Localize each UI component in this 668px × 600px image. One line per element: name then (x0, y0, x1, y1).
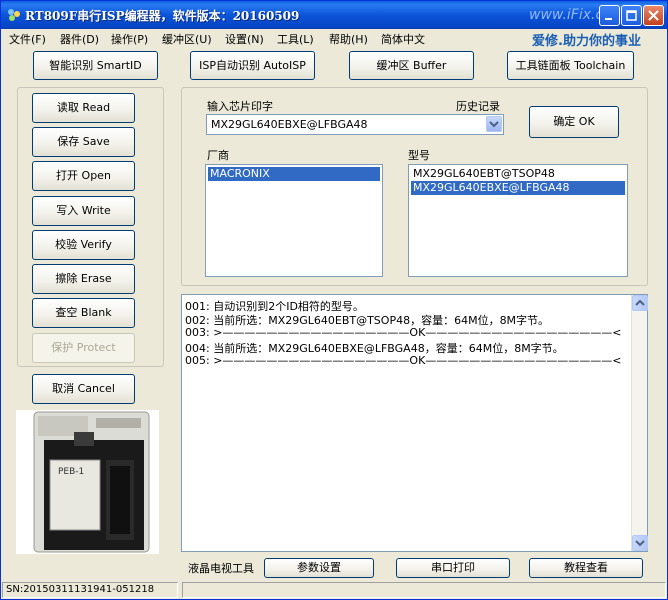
chevron-down-icon (635, 540, 645, 547)
lcd-tool-label: 液晶电视工具 (188, 562, 254, 575)
menu-tools[interactable]: 工具(L) (277, 31, 314, 47)
read-button[interactable]: 读取 Read (32, 93, 135, 123)
title-bar[interactable]: RT809F串行ISP编程器，软件版本：20160509 www.iFix.cc (1, 1, 667, 29)
menu-bar: 文件(F) 器件(D) 操作(P) 缓冲区(U) 设置(N) 工具(L) 帮助(… (2, 29, 666, 49)
main-window: RT809F串行ISP编程器，软件版本：20160509 www.iFix.cc… (0, 0, 668, 600)
scroll-down-button[interactable] (632, 535, 648, 551)
minimize-icon (605, 18, 612, 20)
vendor-label: 厂商 (207, 149, 229, 162)
menu-operation[interactable]: 操作(P) (111, 31, 148, 47)
log-line: 005: >—————————————————OK———————————————… (185, 354, 622, 367)
model-listbox[interactable]: MX29GL640EBT@TSOP48 MX29GL640EBXE@LFBGA4… (408, 164, 628, 277)
status-message-pane (182, 582, 666, 598)
chip-marking-combobox[interactable]: MX29GL640EBXE@LFBGA48 (206, 114, 504, 135)
chip-marking-value: MX29GL640EBXE@LFBGA48 (211, 118, 368, 131)
save-button[interactable]: 保存 Save (32, 127, 135, 157)
chevron-up-icon (635, 299, 645, 306)
open-button[interactable]: 打开 Open (32, 161, 135, 191)
verify-button[interactable]: 校验 Verify (32, 230, 135, 260)
maximize-icon (626, 10, 637, 21)
status-bar: SN:20150311131941-051218 (2, 581, 666, 599)
combo-dropdown-button[interactable] (486, 116, 502, 132)
smartid-button[interactable]: 智能识别 SmartID (33, 51, 158, 80)
chip-marking-label: 输入芯片印字 (207, 100, 273, 113)
vendor-item[interactable]: MACRONIX (208, 167, 380, 181)
slogan-text: 爱修.助力你的事业 (532, 34, 641, 49)
menu-language[interactable]: 简体中文 (381, 31, 425, 47)
write-button[interactable]: 写入 Write (32, 196, 135, 226)
buffer-button[interactable]: 缓冲区 Buffer (349, 51, 474, 80)
menu-file[interactable]: 文件(F) (9, 31, 46, 47)
menu-help[interactable]: 帮助(H) (329, 31, 368, 47)
model-item[interactable]: MX29GL640EBT@TSOP48 (411, 167, 625, 181)
cancel-button[interactable]: 取消 Cancel (32, 374, 135, 404)
protect-button[interactable]: 保护 Protect (32, 333, 135, 363)
app-icon (8, 9, 20, 21)
chevron-down-icon (489, 121, 499, 128)
close-button[interactable] (643, 5, 664, 26)
erase-button[interactable]: 擦除 Erase (32, 264, 135, 294)
autoisp-button[interactable]: ISP自动识别 AutoISP (190, 51, 315, 80)
model-label: 型号 (408, 149, 430, 162)
serial-print-button[interactable]: 串口打印 (396, 558, 510, 578)
confirm-ok-button[interactable]: 确定 OK (529, 106, 619, 138)
window-title: RT809F串行ISP编程器，软件版本：20160509 (25, 9, 300, 23)
maximize-button[interactable] (621, 5, 642, 26)
programmer-device-image: PEB-1 (16, 410, 159, 554)
programmer-illustration: PEB-1 (33, 411, 150, 553)
device-label: PEB-1 (58, 467, 84, 477)
blank-check-button[interactable]: 查空 Blank (32, 298, 135, 328)
close-icon (648, 10, 659, 21)
vendor-listbox[interactable]: MACRONIX (205, 164, 383, 277)
serial-number-pane: SN:20150311131941-051218 (2, 582, 178, 598)
menu-settings[interactable]: 设置(N) (225, 31, 264, 47)
log-output[interactable]: 001: 自动识别到2个ID相符的型号。 002: 当前所选：MX29GL640… (181, 294, 648, 552)
model-item[interactable]: MX29GL640EBXE@LFBGA48 (411, 181, 625, 195)
params-settings-button[interactable]: 参数设置 (264, 558, 374, 578)
toolchain-button[interactable]: 工具链面板 Toolchain (507, 51, 634, 80)
log-line: 003: >—————————————————OK———————————————… (185, 326, 622, 339)
history-label: 历史记录 (456, 100, 500, 113)
menu-device[interactable]: 器件(D) (60, 31, 99, 47)
tutorial-button[interactable]: 教程查看 (529, 558, 643, 578)
menu-buffer[interactable]: 缓冲区(U) (162, 31, 212, 47)
scroll-up-button[interactable] (632, 295, 648, 311)
log-scrollbar[interactable] (631, 295, 648, 551)
minimize-button[interactable] (599, 5, 620, 26)
